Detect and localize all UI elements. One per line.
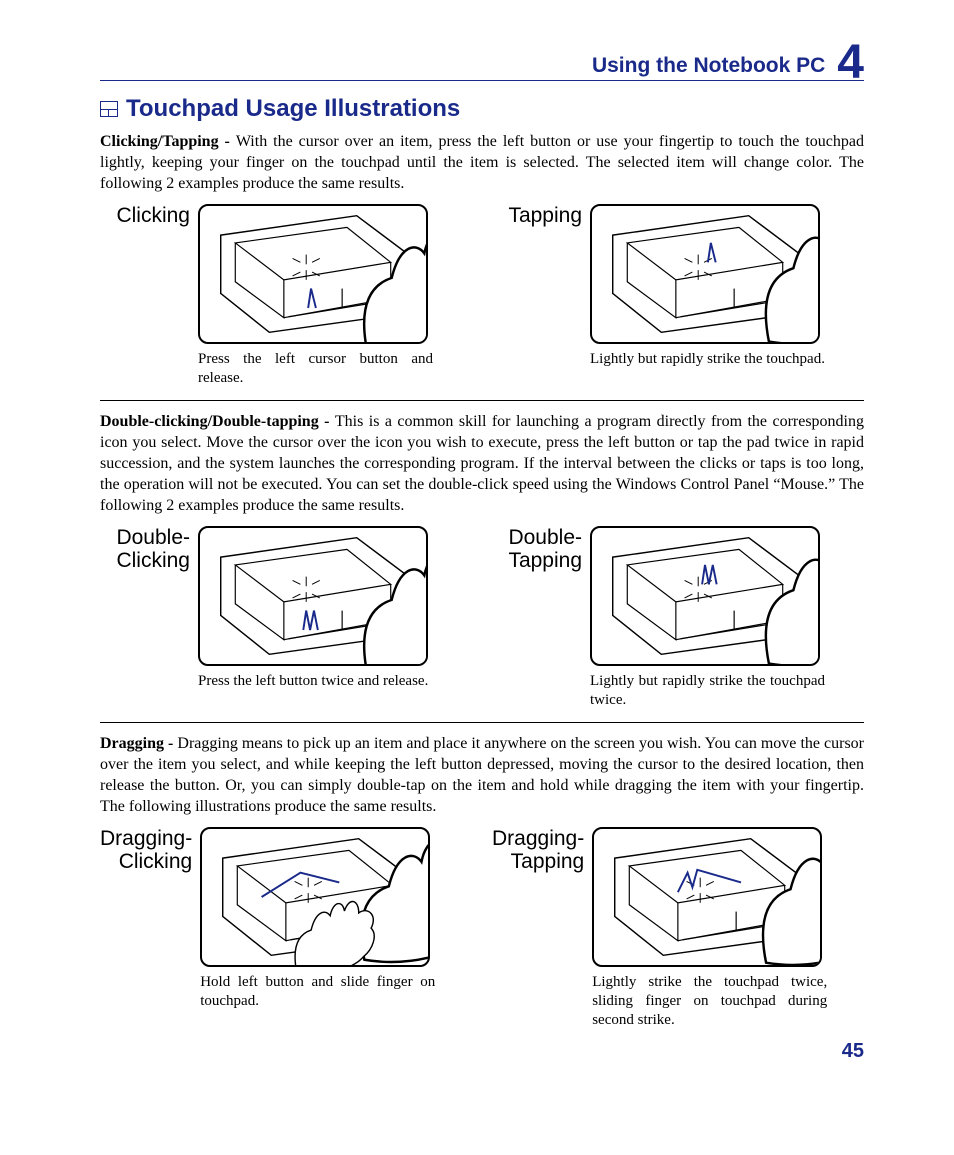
label-dragging-tapping: Dragging- Tapping (492, 827, 584, 1029)
chapter-number: 4 (837, 46, 864, 80)
label-double-clicking: Double- Clicking (100, 526, 190, 710)
section-title: Touchpad Usage Illustrations (126, 95, 460, 123)
caption-double-tapping: Lightly but rapidly strike the touchpad … (590, 672, 825, 710)
caption-tapping: Lightly but rapidly strike the touchpad. (590, 350, 825, 369)
example-row-2: Double- Clicking Press the left button t… (100, 526, 864, 710)
label-dragging-clicking: Dragging- Clicking (100, 827, 192, 1029)
figure-double-clicking (198, 526, 428, 666)
section-title-row: Touchpad Usage Illustrations (100, 95, 864, 123)
label-double-tapping: Double- Tapping (492, 526, 582, 710)
caption-dragging-clicking: Hold left button and slide finger on tou… (200, 973, 435, 1011)
example-row-3: Dragging- Clicking Hold left button and … (100, 827, 864, 1029)
section-icon (100, 101, 118, 117)
paragraph-clicking: Clicking/Tapping - With the cursor over … (100, 131, 864, 194)
figure-clicking (198, 204, 428, 344)
caption-clicking: Press the left cursor button and release… (198, 350, 433, 388)
figure-dragging-tapping (592, 827, 822, 967)
figure-dragging-clicking (200, 827, 430, 967)
figure-double-tapping (590, 526, 820, 666)
label-tapping: Tapping (492, 204, 582, 388)
page-header: Using the Notebook PC 4 (100, 40, 864, 81)
example-row-1: Clicking Press the left cursor button an… (100, 204, 864, 388)
caption-dragging-tapping: Lightly strike the touchpad twice, slidi… (592, 973, 827, 1029)
divider (100, 400, 864, 401)
label-clicking: Clicking (100, 204, 190, 388)
page-number: 45 (100, 1040, 864, 1063)
caption-double-clicking: Press the left button twice and release. (198, 672, 433, 691)
paragraph-double: Double-clicking/Double-tapping - This is… (100, 411, 864, 517)
header-section: Using the Notebook PC (592, 54, 825, 78)
figure-tapping (590, 204, 820, 344)
divider (100, 722, 864, 723)
paragraph-dragging: Dragging - Dragging means to pick up an … (100, 733, 864, 817)
